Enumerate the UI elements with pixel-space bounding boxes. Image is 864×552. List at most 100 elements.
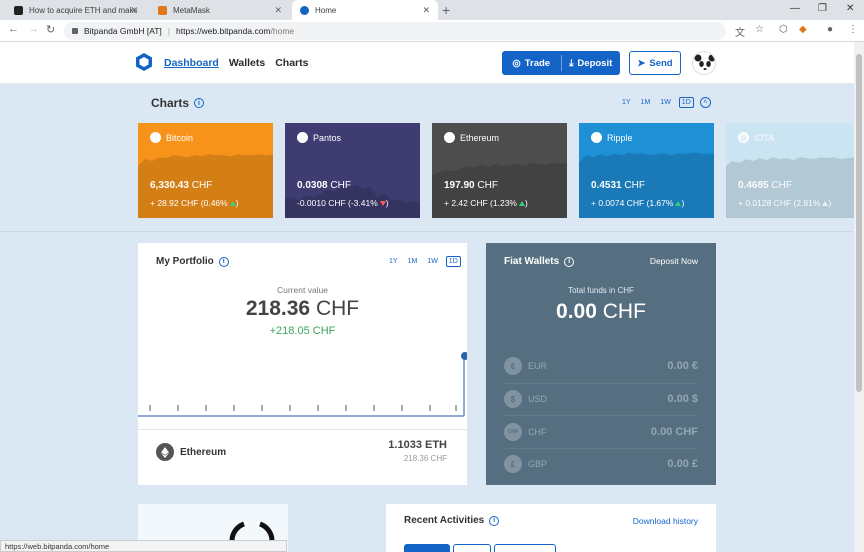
range-1w[interactable]: 1W: [658, 98, 673, 107]
url-path: /home: [270, 26, 295, 36]
range-1y[interactable]: 1Y: [387, 257, 400, 266]
info-icon[interactable]: i: [194, 98, 205, 108]
activity-filter-1[interactable]: [404, 544, 450, 552]
coin-currency: CHF: [771, 180, 792, 191]
bitpanda-favicon-icon: [300, 5, 309, 15]
fiat-code: CHF: [528, 426, 547, 437]
ripple-icon: ✕: [591, 132, 602, 143]
euro-icon: €: [504, 357, 522, 376]
close-icon[interactable]: ✕: [130, 5, 138, 16]
coin-card-pantos[interactable]: P Pantos 0.0308 CHF -0.0010 CHF (-3.41%): [285, 123, 420, 218]
url-prefix: https://web.bitpanda.com: [176, 26, 271, 36]
extension-icon[interactable]: ⬡: [779, 24, 788, 35]
trade-button[interactable]: ◎ Trade: [502, 51, 561, 75]
download-history-link[interactable]: Download history: [633, 516, 698, 526]
address-bar-row: ← → ↻ Bitpanda GmbH [AT] | https://web.b…: [0, 20, 864, 42]
fiat-wallets-card: Fiat Wallets i Deposit Now Total funds i…: [486, 243, 716, 485]
back-icon[interactable]: ←: [8, 23, 19, 35]
range-1m[interactable]: 1M: [639, 98, 653, 107]
info-icon[interactable]: i: [489, 515, 500, 526]
nav-dashboard[interactable]: Dashboard: [164, 57, 219, 69]
reload-icon[interactable]: ↻: [46, 23, 55, 36]
metamask-extension-icon[interactable]: ◆: [799, 24, 807, 35]
lock-icon: [72, 28, 78, 34]
trend-up-icon: [675, 201, 682, 206]
coin-card-ripple[interactable]: ✕ Ripple 0.4531 CHF + 0.0074 CHF (1.67%): [579, 123, 714, 218]
dollar-icon: $: [504, 390, 522, 409]
range-1m[interactable]: 1M: [406, 257, 420, 266]
portfolio-range-selector: 1Y 1M 1W 1D: [387, 256, 461, 267]
browser-tab-3[interactable]: Home ✕: [292, 0, 438, 20]
portfolio-title: My Portfolio: [156, 256, 214, 267]
asset-row-ethereum[interactable]: Ethereum: [156, 443, 226, 461]
fiat-row-eur[interactable]: € EUR 0.00 €: [504, 350, 698, 383]
coin-change: + 0.0128 CHF (2.81%: [738, 198, 821, 208]
coin-name: IOTA: [754, 132, 775, 143]
range-1d[interactable]: 1D: [445, 256, 461, 267]
fiat-row-gbp[interactable]: £ GBP 0.00 £: [504, 447, 698, 481]
info-icon[interactable]: i: [564, 256, 575, 267]
collapse-chevron-up-icon[interactable]: ˄: [699, 97, 711, 108]
close-icon[interactable]: ✕: [274, 5, 282, 16]
coin-card-bitcoin[interactable]: ₿ Bitcoin 6,330.43 CHF + 28.92 CHF (0.46%…: [138, 123, 273, 218]
coin-change: + 2.42 CHF (1.23%: [444, 198, 517, 208]
coin-change: + 0.0074 CHF (1.67%: [591, 198, 674, 208]
portfolio-change: +218.05 CHF: [269, 325, 336, 337]
fiat-row-chf[interactable]: CHF CHF 0.00 CHF: [504, 415, 698, 448]
trade-deposit-group: ◎ Trade ⤓ Deposit: [502, 51, 620, 75]
activity-filter-2[interactable]: [453, 544, 491, 552]
send-button[interactable]: ➤ Send: [629, 51, 681, 75]
deposit-now-link[interactable]: Deposit Now: [650, 256, 698, 266]
minimize-icon[interactable]: —: [790, 3, 800, 14]
fiat-title: Fiat Wallets: [504, 256, 560, 267]
restore-icon[interactable]: ❐: [818, 3, 827, 14]
current-value: 218.36 CHF: [138, 297, 467, 321]
charts-title: Charts: [151, 96, 190, 110]
fiat-balance: 0.00 CHF: [650, 425, 698, 438]
trade-label: Trade: [524, 57, 551, 69]
nav-charts[interactable]: Charts: [275, 57, 308, 69]
fiat-row-usd[interactable]: $ USD 0.00 $: [504, 382, 698, 416]
forward-icon[interactable]: →: [28, 23, 39, 35]
browser-tab-2[interactable]: MetaMask ✕: [150, 0, 290, 20]
coin-price: 197.90: [444, 180, 475, 191]
page-scrollbar[interactable]: [854, 42, 864, 552]
coin-name: Ripple: [607, 132, 633, 143]
coin-card-iota[interactable]: ◎ IOTA 0.4685 CHF + 0.0128 CHF (2.81%): [726, 123, 854, 218]
window-close-icon[interactable]: ✕: [846, 3, 854, 14]
fiat-balance: 0.00 €: [667, 360, 698, 373]
range-1y[interactable]: 1Y: [620, 98, 633, 107]
avatar[interactable]: [692, 51, 716, 75]
url-field[interactable]: Bitpanda GmbH [AT] | https://web.bitpand…: [64, 22, 726, 40]
range-1w[interactable]: 1W: [425, 257, 440, 266]
ethereum-icon: ◆: [444, 132, 455, 143]
bookmark-star-icon[interactable]: ☆: [755, 24, 764, 35]
coin-change: + 28.92 CHF (0.46%: [150, 198, 228, 208]
profile-icon[interactable]: ●: [827, 24, 833, 35]
range-1d[interactable]: 1D: [678, 97, 694, 108]
portfolio-currency: CHF: [315, 297, 360, 320]
translate-icon[interactable]: 文: [735, 24, 745, 39]
activity-filter-3[interactable]: [494, 544, 556, 552]
close-icon[interactable]: ✕: [422, 5, 430, 16]
total-value: 0.00: [556, 300, 597, 323]
new-tab-icon[interactable]: +: [442, 2, 450, 18]
fiat-code: USD: [528, 394, 548, 405]
charts-range-selector: 1Y 1M 1W 1D ˄: [620, 97, 711, 108]
trade-icon: ◎: [512, 57, 521, 69]
scrollbar-thumb[interactable]: [856, 54, 862, 392]
iota-icon: ◎: [738, 132, 749, 143]
deposit-button[interactable]: ⤓ Deposit: [562, 51, 621, 75]
info-icon[interactable]: i: [218, 256, 229, 267]
fiat-wallet-list: € EUR 0.00 € $ USD 0.00 $ CHF CHF 0.00 C…: [504, 350, 698, 480]
nav-wallets[interactable]: Wallets: [229, 57, 265, 69]
browser-tab-strip: How to acquire ETH and make a ✕ MetaMask…: [0, 0, 864, 20]
fiat-code: EUR: [528, 361, 548, 372]
trend-up-icon: [822, 201, 829, 206]
site-identity: Bitpanda GmbH [AT]: [84, 26, 162, 36]
portfolio-chart: [138, 352, 467, 417]
bitpanda-logo-icon[interactable]: [136, 53, 152, 71]
coin-card-ethereum[interactable]: ◆ Ethereum 197.90 CHF + 2.42 CHF (1.23%): [432, 123, 567, 218]
menu-kebab-icon[interactable]: ⋮: [848, 24, 858, 35]
browser-tab-1[interactable]: How to acquire ETH and make a ✕: [6, 0, 146, 20]
